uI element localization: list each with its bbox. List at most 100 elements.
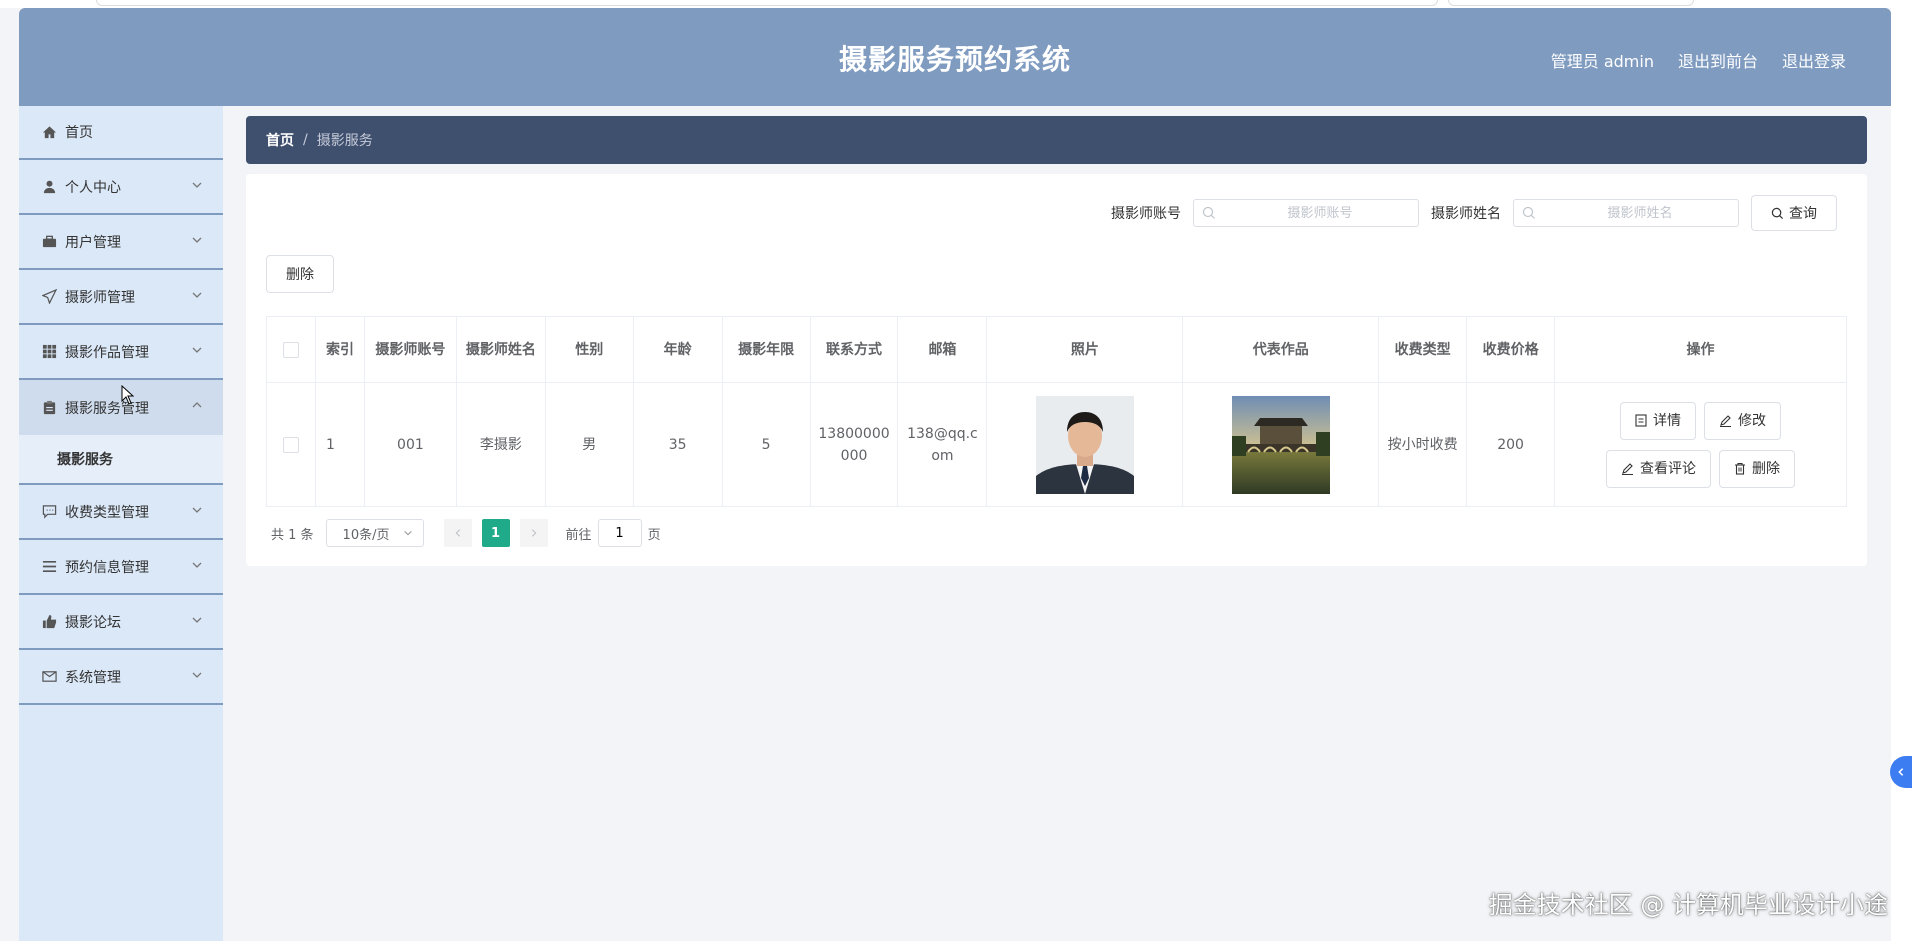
phone-cell: 13800000000 xyxy=(809,382,899,507)
chevron-down-icon xyxy=(192,672,202,678)
trash-icon xyxy=(1735,462,1746,475)
works-cell xyxy=(1182,382,1380,507)
column-header: 照片 xyxy=(986,316,1184,383)
row-actions: 详情 修改 查看评论 删除 xyxy=(1561,401,1840,488)
account-search-input[interactable] xyxy=(1194,200,1418,226)
breadcrumb-separator: / xyxy=(303,132,308,148)
age-cell: 35 xyxy=(632,382,723,507)
sidebar-item-forum[interactable]: 摄影论坛 xyxy=(19,595,223,650)
back-to-front-link[interactable]: 退出到前台 xyxy=(1678,48,1758,72)
view-comments-button[interactable]: 查看评论 xyxy=(1606,449,1712,488)
email-cell: 138@qq.com xyxy=(897,382,988,507)
page-size-select[interactable]: 10条/页 xyxy=(325,519,424,547)
chevron-left-icon xyxy=(1898,768,1904,776)
photo-cell xyxy=(986,382,1184,507)
sidebar-item-label: 系统管理 xyxy=(65,669,121,686)
watermark: 掘金技术社区 @ 计算机毕业设计小途 xyxy=(1488,891,1888,919)
edit-icon xyxy=(1622,463,1634,475)
page-number-current[interactable]: 1 xyxy=(481,519,510,547)
index-cell: 1 xyxy=(314,382,365,507)
pagination: 共 1 条 10条/页 1 前往 页 xyxy=(271,519,661,547)
goto-prefix: 前往 xyxy=(565,527,592,543)
query-button-label: 查询 xyxy=(1789,206,1817,222)
account-search-box xyxy=(1193,199,1419,227)
batch-delete-button[interactable]: 删除 xyxy=(266,255,334,293)
chevron-up-icon xyxy=(192,402,202,408)
edit-button[interactable]: 修改 xyxy=(1704,401,1782,440)
column-header: 摄影年限 xyxy=(721,316,811,383)
admin-user-link[interactable]: 管理员 admin xyxy=(1551,48,1654,72)
sidebar-item-photographer-management[interactable]: 摄影师管理 xyxy=(19,270,223,325)
breadcrumb-home-link[interactable]: 首页 xyxy=(266,130,294,150)
logout-link[interactable]: 退出登录 xyxy=(1782,48,1846,72)
name-search-box xyxy=(1513,199,1739,227)
account-cell: 001 xyxy=(363,382,457,507)
sidebar-item-user-management[interactable]: 用户管理 xyxy=(19,215,223,270)
gender-cell: 男 xyxy=(544,382,634,507)
photographer-photo[interactable] xyxy=(1035,395,1134,494)
home-icon xyxy=(41,124,57,140)
delete-row-button[interactable]: 删除 xyxy=(1719,449,1796,488)
table-row: 1 001 李摄影 男 35 5 13800000000 138@qq.com xyxy=(266,382,1847,507)
content-panel: 摄影师账号 摄影师姓名 查询 删除 索引 摄影师账号 xyxy=(246,174,1867,566)
prev-page-button[interactable] xyxy=(443,519,472,547)
chevron-left-icon xyxy=(455,529,460,537)
select-all-cell xyxy=(266,316,316,383)
row-select-cell xyxy=(266,382,316,507)
row-checkbox[interactable] xyxy=(282,436,299,453)
chevron-down-icon xyxy=(192,507,202,513)
breadcrumb: 首页 / 摄影服务 xyxy=(246,116,1867,164)
address-bar[interactable] xyxy=(96,0,1438,6)
name-cell: 李摄影 xyxy=(455,382,546,507)
clipboard-icon xyxy=(41,400,57,416)
column-header: 代表作品 xyxy=(1182,316,1380,383)
sidebar-item-works-management[interactable]: 摄影作品管理 xyxy=(19,325,223,380)
send-icon xyxy=(41,289,57,305)
header-nav: 管理员 admin 退出到前台 退出登录 xyxy=(1551,48,1846,72)
user-icon xyxy=(41,179,57,195)
detail-button[interactable]: 详情 xyxy=(1620,401,1697,440)
goto-page-input[interactable] xyxy=(597,519,642,547)
right-edge xyxy=(1891,8,1912,941)
search-icon xyxy=(1771,207,1784,219)
sidebar-item-label: 首页 xyxy=(65,125,93,141)
thumb-icon xyxy=(41,614,57,630)
breadcrumb-current: 摄影服务 xyxy=(316,133,373,149)
sidebar-item-label: 个人中心 xyxy=(65,179,121,196)
sidebar-item-label: 摄影师管理 xyxy=(65,289,135,306)
account-search-label: 摄影师账号 xyxy=(1111,206,1181,222)
chevron-down-icon xyxy=(403,530,412,536)
price-cell: 200 xyxy=(1466,382,1556,507)
edit-icon xyxy=(1720,415,1732,427)
actions-cell: 详情 修改 查看评论 删除 xyxy=(1554,382,1847,507)
search-icon xyxy=(1202,206,1215,219)
sidebar-subitem-photo-service[interactable]: 摄影服务 xyxy=(19,435,223,485)
next-page-button[interactable] xyxy=(519,519,548,547)
browser-strip xyxy=(0,0,1912,8)
representative-work-image[interactable] xyxy=(1231,395,1330,494)
sidebar-item-system-management[interactable]: 系统管理 xyxy=(19,650,223,705)
sidebar-item-home[interactable]: 首页 xyxy=(19,106,223,160)
name-search-input[interactable] xyxy=(1514,200,1738,226)
select-all-checkbox[interactable] xyxy=(282,341,299,358)
sidebar-item-booking-management[interactable]: 预约信息管理 xyxy=(19,540,223,595)
mouse-cursor-icon xyxy=(121,385,135,405)
edit-button-label: 修改 xyxy=(1738,412,1767,429)
service-table: 索引 摄影师账号 摄影师姓名 性别 年龄 摄影年限 联系方式 邮箱 照片 代表作… xyxy=(266,316,1847,507)
row-actions-bottom: 查看评论 删除 xyxy=(1606,449,1796,488)
sidebar-item-label: 摄影作品管理 xyxy=(65,344,149,361)
sidebar-item-label: 预约信息管理 xyxy=(65,559,149,576)
search-bar: 摄影师账号 摄影师姓名 查询 xyxy=(1111,195,1837,231)
chevron-down-icon xyxy=(192,617,202,623)
sidebar: 首页 个人中心 用户管理 摄影师管理 摄影作品管理 摄影服务管理 摄影服务 收费… xyxy=(19,106,223,941)
column-header: 索引 xyxy=(314,316,365,383)
sidebar-item-personal-center[interactable]: 个人中心 xyxy=(19,160,223,215)
query-button[interactable]: 查询 xyxy=(1751,195,1837,231)
grid-icon xyxy=(41,344,57,360)
sidebar-item-fee-type-management[interactable]: 收费类型管理 xyxy=(19,485,223,540)
document-icon xyxy=(1635,414,1647,427)
browser-search-bar[interactable] xyxy=(1448,0,1694,6)
sidebar-item-label: 收费类型管理 xyxy=(65,504,149,521)
fee-type-cell: 按小时收费 xyxy=(1378,382,1468,507)
column-header: 摄影师姓名 xyxy=(455,316,546,383)
